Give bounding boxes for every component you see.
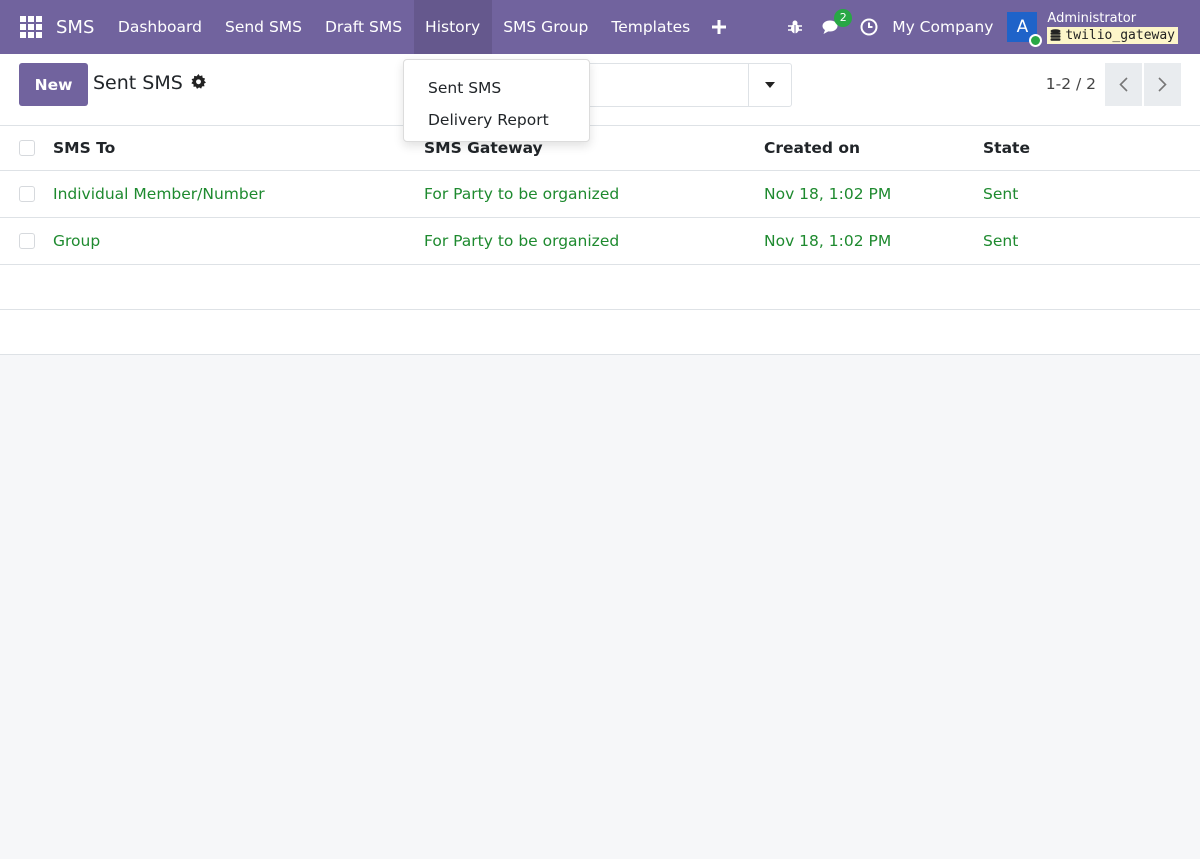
chat-count-badge: 2 — [834, 9, 853, 27]
gear-icon[interactable] — [191, 72, 206, 94]
chevron-left-icon[interactable] — [1105, 63, 1142, 106]
nav-send-sms[interactable]: Send SMS — [213, 0, 313, 54]
cell-sms-gateway: For Party to be organized — [424, 232, 620, 250]
systray: 2 My Company A Administrator twilio_gate… — [784, 0, 1200, 54]
cell-sms-to: Individual Member/Number — [53, 185, 265, 203]
bug-icon[interactable] — [784, 0, 806, 54]
new-button[interactable]: New — [19, 63, 88, 106]
row-checkbox[interactable] — [19, 186, 35, 202]
sms-list-table: SMS To SMS Gateway Created on State Indi… — [0, 126, 1200, 355]
chat-icon[interactable]: 2 — [820, 0, 853, 54]
column-header-created-on[interactable]: Created on — [764, 139, 860, 157]
dropdown-item-delivery-report[interactable]: Delivery Report — [404, 104, 589, 136]
avatar[interactable]: A — [1007, 12, 1043, 47]
nav-sms-group[interactable]: SMS Group — [492, 0, 600, 54]
table-header-row: SMS To SMS Gateway Created on State — [0, 126, 1200, 171]
top-navbar: SMS Dashboard Send SMS Draft SMS History… — [0, 0, 1200, 54]
column-header-sms-to[interactable]: SMS To — [53, 139, 115, 157]
user-name: Administrator — [1047, 10, 1137, 26]
page-title: Sent SMS — [93, 72, 183, 94]
nav-history[interactable]: History — [413, 0, 492, 54]
empty-row — [0, 310, 1200, 355]
online-status-icon — [1029, 34, 1043, 47]
cell-created-on: Nov 18, 1:02 PM — [764, 232, 892, 250]
user-menu[interactable]: Administrator twilio_gateway — [1047, 11, 1178, 44]
history-dropdown: Sent SMS Delivery Report — [403, 59, 590, 142]
company-switcher[interactable]: My Company — [892, 18, 993, 36]
search-input[interactable] — [589, 63, 749, 107]
database-name: twilio_gateway — [1065, 27, 1175, 43]
dropdown-item-sent-sms[interactable]: Sent SMS — [404, 72, 589, 104]
breadcrumb: Sent SMS — [93, 72, 206, 94]
plus-icon[interactable] — [702, 0, 736, 54]
select-all-checkbox[interactable] — [19, 140, 35, 156]
column-header-state[interactable]: State — [983, 139, 1030, 157]
table-row[interactable]: Group For Party to be organized Nov 18, … — [0, 218, 1200, 265]
cell-created-on: Nov 18, 1:02 PM — [764, 185, 892, 203]
cell-state: Sent — [983, 185, 1019, 203]
table-row[interactable]: Individual Member/Number For Party to be… — [0, 171, 1200, 218]
nav-dashboard[interactable]: Dashboard — [106, 0, 213, 54]
empty-row — [0, 265, 1200, 310]
row-checkbox[interactable] — [19, 233, 35, 249]
chevron-right-icon[interactable] — [1144, 63, 1181, 106]
nav-draft-sms[interactable]: Draft SMS — [314, 0, 414, 54]
pager-value[interactable]: 1-2 / 2 — [1046, 75, 1096, 93]
apps-grid-icon[interactable] — [20, 16, 42, 38]
caret-down-icon[interactable] — [748, 63, 792, 107]
clock-icon[interactable] — [858, 0, 880, 54]
control-panel: New Sent SMS 1-2 / 2 — [0, 54, 1200, 126]
app-brand[interactable]: SMS — [56, 17, 94, 38]
nav-templates[interactable]: Templates — [600, 0, 702, 54]
cell-sms-to: Group — [53, 232, 101, 250]
avatar-letter: A — [1016, 17, 1029, 37]
database-badge: twilio_gateway — [1047, 26, 1178, 44]
database-icon — [1050, 29, 1061, 41]
cell-sms-gateway: For Party to be organized — [424, 185, 620, 203]
cell-state: Sent — [983, 232, 1019, 250]
